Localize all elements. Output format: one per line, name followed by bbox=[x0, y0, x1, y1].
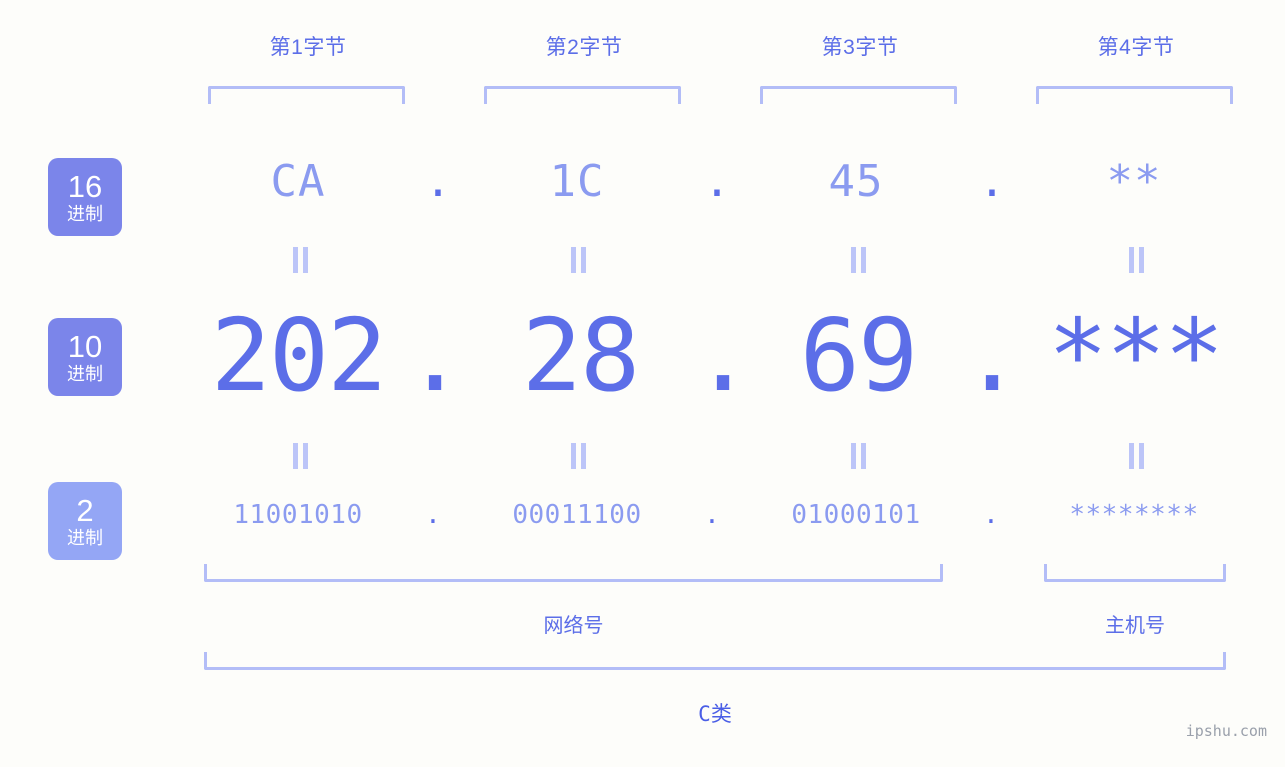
dec-separator-2: . bbox=[693, 297, 754, 414]
equals-icon-hex-dec-2 bbox=[565, 247, 591, 273]
base-badge-dec-unit: 进制 bbox=[67, 363, 103, 384]
hex-separator-2: . bbox=[703, 156, 731, 207]
hex-byte-1: CA bbox=[270, 156, 326, 207]
dec-byte-2: 28 bbox=[521, 297, 640, 414]
bin-separator-1: . bbox=[425, 500, 441, 530]
hex-separator-3: . bbox=[978, 156, 1006, 207]
byte-bracket-top-2 bbox=[484, 86, 681, 104]
dec-separator-1: . bbox=[405, 297, 466, 414]
byte-header-4: 第4字节 bbox=[1097, 36, 1175, 59]
byte-bracket-top-1 bbox=[208, 86, 405, 104]
base-badge-hex-number: 16 bbox=[67, 168, 103, 204]
byte-header-3: 第3字节 bbox=[821, 36, 899, 59]
host-label: 主机号 bbox=[1105, 615, 1165, 637]
base-badge-hex-unit: 进制 bbox=[67, 203, 103, 224]
equals-icon-hex-dec-1 bbox=[287, 247, 313, 273]
hex-byte-2: 1C bbox=[549, 156, 605, 207]
equals-icon-dec-bin-3 bbox=[845, 443, 871, 469]
base-badge-dec: 10 进制 bbox=[48, 318, 122, 396]
base-badge-bin-number: 2 bbox=[76, 492, 94, 528]
class-label: C类 bbox=[698, 702, 732, 726]
equals-icon-dec-bin-1 bbox=[287, 443, 313, 469]
equals-icon-hex-dec-4 bbox=[1123, 247, 1149, 273]
byte-bracket-top-3 bbox=[760, 86, 957, 104]
ip-breakdown-diagram: 第1字节 第2字节 第3字节 第4字节 16 进制 10 进制 2 进制 CA … bbox=[0, 0, 1285, 767]
dec-separator-3: . bbox=[962, 297, 1023, 414]
equals-icon-dec-bin-2 bbox=[565, 443, 591, 469]
hex-byte-4: ** bbox=[1106, 156, 1162, 207]
base-badge-bin-unit: 进制 bbox=[67, 527, 103, 548]
site-watermark: ipshu.com bbox=[1185, 722, 1267, 740]
class-bracket bbox=[204, 652, 1226, 670]
dec-byte-3: 69 bbox=[799, 297, 918, 414]
bin-byte-3: 01000101 bbox=[791, 500, 921, 530]
byte-bracket-top-4 bbox=[1036, 86, 1233, 104]
host-bracket bbox=[1044, 564, 1226, 582]
byte-header-2: 第2字节 bbox=[545, 36, 623, 59]
bin-separator-3: . bbox=[983, 500, 999, 530]
hex-byte-3: 45 bbox=[828, 156, 884, 207]
bin-byte-1: 11001010 bbox=[233, 500, 363, 530]
bin-byte-2: 00011100 bbox=[512, 500, 642, 530]
network-bracket bbox=[204, 564, 943, 582]
hex-separator-1: . bbox=[424, 156, 452, 207]
network-label: 网络号 bbox=[543, 615, 604, 637]
equals-icon-dec-bin-4 bbox=[1123, 443, 1149, 469]
base-badge-bin: 2 进制 bbox=[48, 482, 122, 560]
dec-byte-1: 202 bbox=[210, 297, 388, 414]
bin-separator-2: . bbox=[704, 500, 720, 530]
byte-header-1: 第1字节 bbox=[269, 36, 347, 59]
bin-byte-4: ******** bbox=[1069, 500, 1199, 530]
base-badge-hex: 16 进制 bbox=[48, 158, 122, 236]
equals-icon-hex-dec-3 bbox=[845, 247, 871, 273]
dec-byte-4: *** bbox=[1047, 297, 1225, 414]
base-badge-dec-number: 10 bbox=[67, 328, 103, 364]
